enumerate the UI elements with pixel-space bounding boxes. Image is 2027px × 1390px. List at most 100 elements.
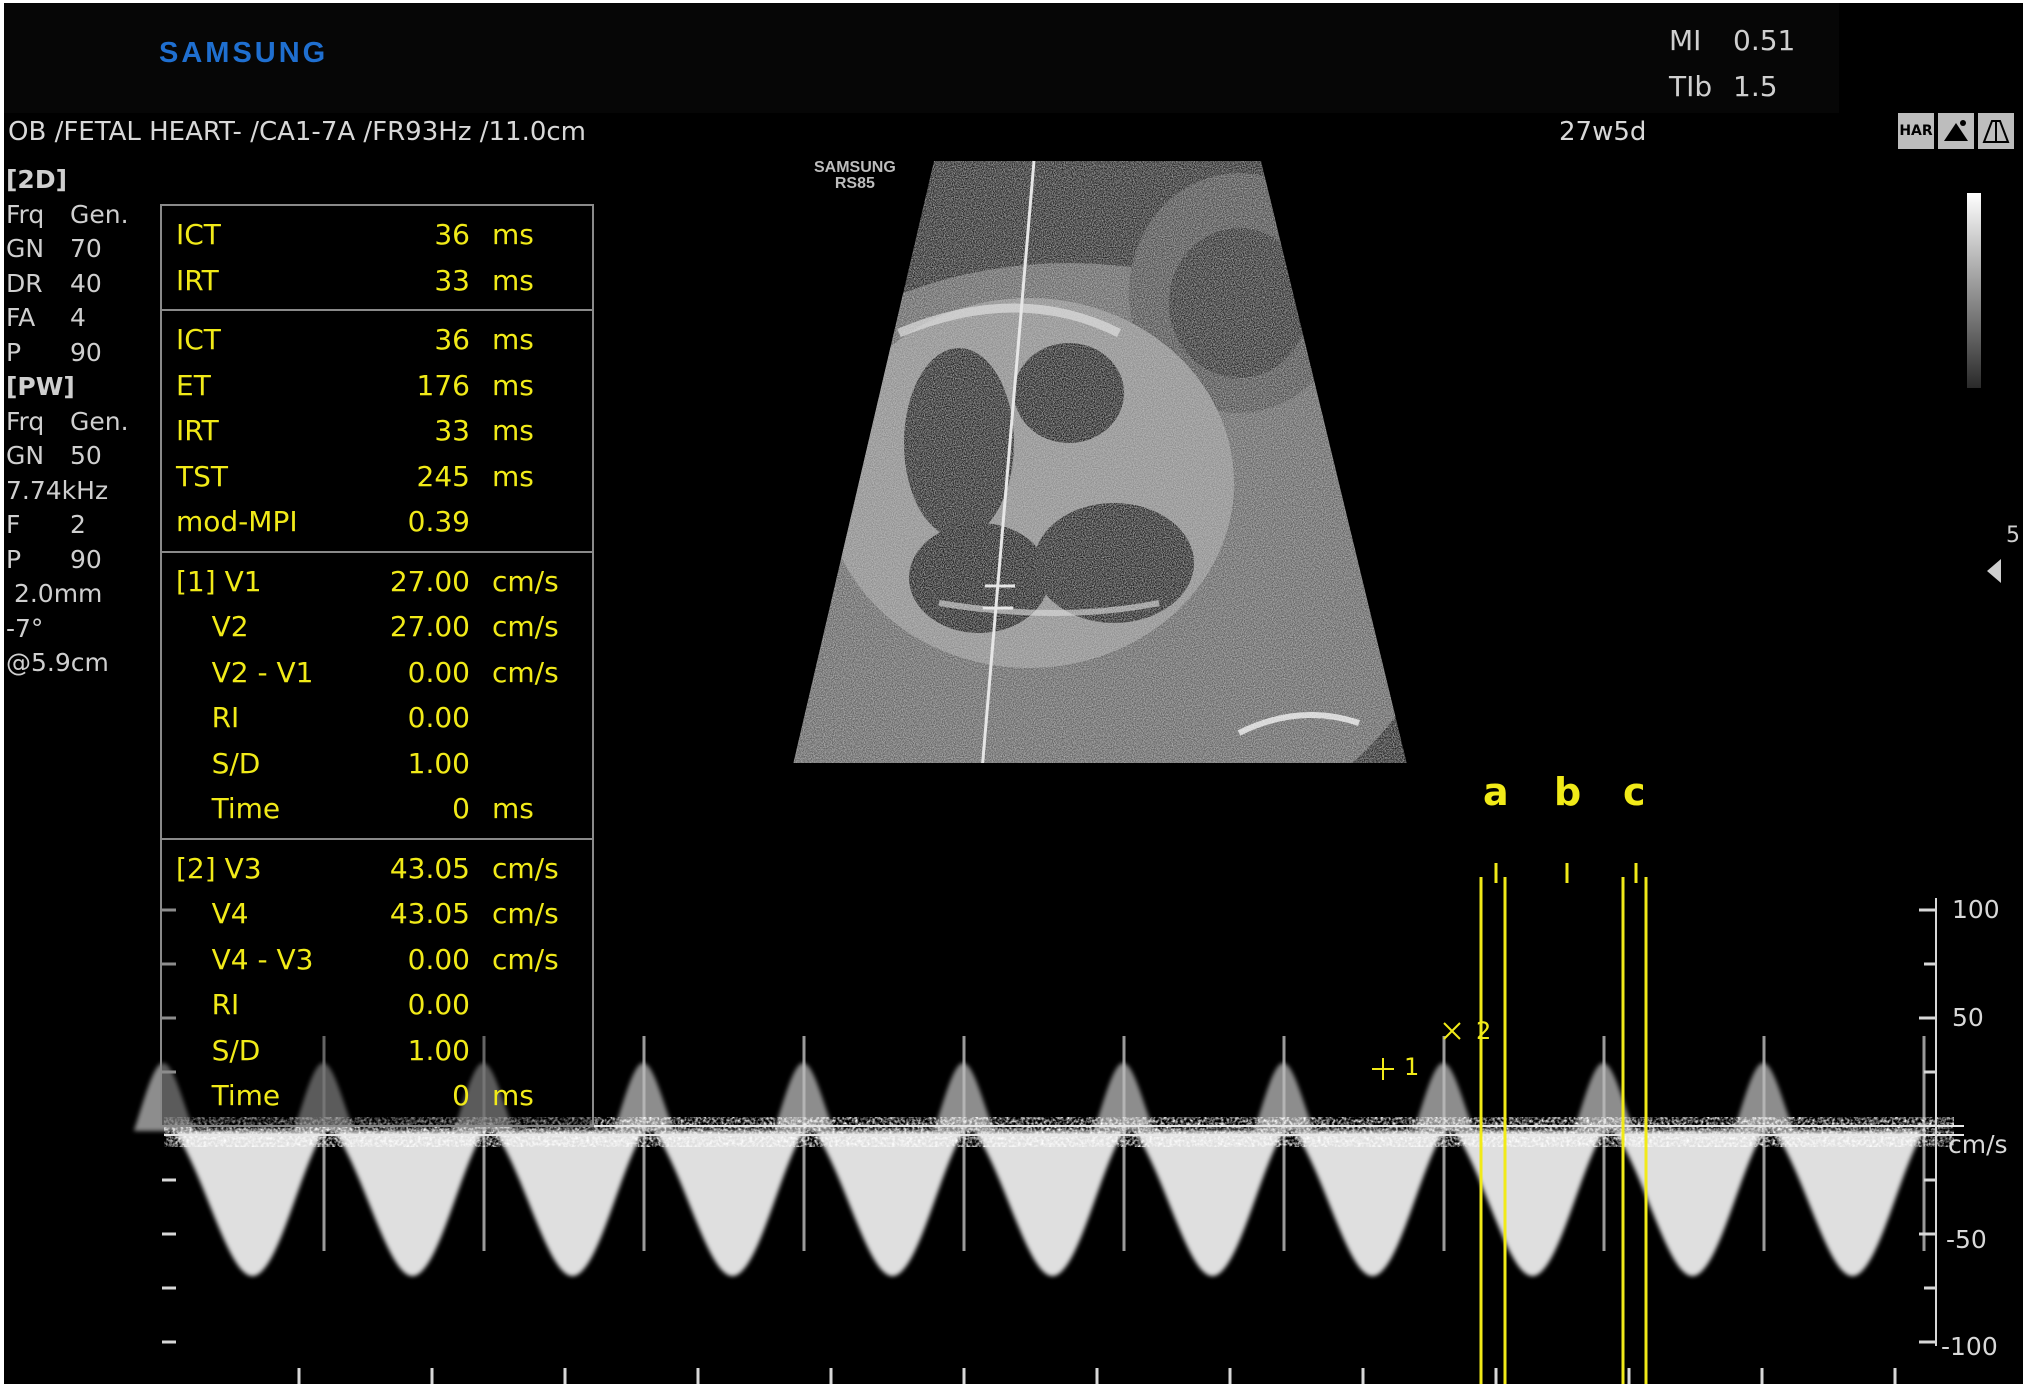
measurement-unit: ms (492, 792, 534, 826)
measurement-row: [2] V3 43.05 cm/s (162, 846, 592, 892)
cursor-marker-2: 2 (1476, 1017, 1492, 1045)
measurement-unit: ms (492, 1079, 534, 1113)
spectral-wave-negative (1134, 1131, 1284, 1277)
measurement-row: TST 245 ms (162, 454, 592, 500)
measurement-row: IRT 33 ms (162, 258, 592, 304)
exam-info-line: OB /FETAL HEART- /CA1-7A /FR93Hz /11.0cm (8, 117, 587, 147)
measurement-label: ET (176, 368, 211, 402)
param-row: 7.74kHz (6, 475, 109, 505)
b-mode-image (767, 160, 1434, 763)
measurement-value: 43.05 (389, 851, 470, 885)
param-row: GN 50 (6, 441, 102, 470)
measurement-value: 27.00 (389, 564, 470, 598)
measurement-row: mod-MPI 0.39 (162, 499, 592, 545)
params-2d-heading: [2D] (6, 165, 67, 194)
measurement-value: 1.00 (407, 1033, 470, 1067)
measurement-row: V2 - V1 0.00 cm/s (162, 650, 592, 696)
spectral-wave-negative (1294, 1131, 1444, 1277)
measurement-row: ICT 36 ms (162, 212, 592, 258)
scale-unit: cm/s (1948, 1130, 2008, 1159)
measurement-value: 0.00 (407, 701, 470, 735)
measurement-section: [2] V3 43.05 cm/s V4 43.05 cm/s V4 - V3 0.00 c… (162, 840, 592, 1125)
measurement-row: Time 0 ms (162, 786, 592, 832)
spectral-wave-negative (1774, 1131, 1924, 1277)
annotation-c: c (1623, 770, 1646, 814)
scale-label-100: 100 (1952, 895, 2000, 924)
focus-marker-icon (1987, 559, 2001, 583)
measurement-row: S/D 1.00 (162, 1028, 592, 1074)
measurement-unit: cm/s (492, 564, 559, 598)
measurement-value: 33 (434, 414, 470, 448)
measurement-label: IRT (176, 414, 219, 448)
ultrasound-screen: SAMSUNG MI 0.51 TIb 1.5 OB /FETAL HEART- /… (4, 3, 2023, 1384)
measurement-label: S/D (176, 746, 261, 780)
measurement-unit: cm/s (492, 610, 559, 644)
tib-label: TIb (1669, 70, 1713, 103)
acoustic-indices: MI 0.51 TIb 1.5 (1669, 18, 1795, 110)
measurement-unit: ms (492, 414, 534, 448)
measurement-unit: ms (492, 263, 534, 297)
sector-icon (1978, 113, 2014, 149)
measurement-label: V2 - V1 (176, 655, 314, 689)
measurement-unit: cm/s (492, 942, 559, 976)
measurement-label: Time (176, 792, 281, 826)
annotation-b: b (1554, 770, 1582, 814)
measurement-row: V4 - V3 0.00 cm/s (162, 937, 592, 983)
measurement-row: Time 0 ms (162, 1073, 592, 1119)
cursor-marker-1: 1 (1404, 1053, 1420, 1081)
scale-label-minus100: -100 (1941, 1332, 1998, 1361)
parameter-column: [2D] Frq Gen. GN 70 DR 40 FA 4 P 90 [PW] Frq G… (6, 163, 129, 681)
grayscale-bar (1967, 193, 1981, 388)
spectral-wave-negative (494, 1131, 644, 1277)
brand-logo: SAMSUNG (159, 37, 329, 69)
measurement-row: V4 43.05 cm/s (162, 891, 592, 937)
measurement-unit: ms (492, 368, 534, 402)
scale-label-minus50: -50 (1946, 1225, 1987, 1254)
measurement-label: RI (176, 701, 240, 735)
measurement-value: 0.39 (407, 505, 470, 539)
measurement-row: ICT 36 ms (162, 317, 592, 363)
measurement-value: 43.05 (389, 897, 470, 931)
param-row: @5.9cm (6, 648, 109, 677)
measurement-value: 0.00 (407, 988, 470, 1022)
measurement-label: [2] V3 (176, 851, 262, 885)
measurement-row: ET 176 ms (162, 363, 592, 409)
depth-marker: 5 (2006, 523, 2020, 548)
measurement-unit: ms (492, 459, 534, 493)
mi-value: 0.51 (1733, 24, 1796, 57)
measurement-label: S/D (176, 1033, 261, 1067)
mi-label: MI (1669, 24, 1702, 57)
measurement-section: ICT 36 ms ET 176 ms IRT 33 ms TST 245 ms mod-MPI 0.39 (162, 311, 592, 553)
measurement-row: S/D 1.00 (162, 741, 592, 787)
measurement-unit: cm/s (492, 897, 559, 931)
measurement-label: RI (176, 988, 240, 1022)
measurement-row: IRT 33 ms (162, 408, 592, 454)
spectral-wave-negative (334, 1131, 484, 1277)
measurement-label: ICT (176, 323, 221, 357)
param-row: GN 70 (6, 234, 102, 263)
measurement-value: 0.00 (407, 655, 470, 689)
measurement-value: 0.00 (407, 942, 470, 976)
measurement-value: 36 (434, 323, 470, 357)
param-row: P 90 (6, 337, 102, 367)
annotation-a: a (1483, 770, 1509, 814)
param-row: P 90 (6, 544, 102, 574)
measurement-label: mod-MPI (176, 505, 298, 539)
spectral-wave-negative (814, 1131, 964, 1277)
scale-label-50: 50 (1952, 1003, 1984, 1032)
measurement-unit: ms (492, 218, 534, 252)
measurement-unit: cm/s (492, 655, 559, 689)
spectral-wave-negative (974, 1131, 1124, 1277)
measurement-section: ICT 36 ms IRT 33 ms (162, 206, 592, 311)
param-row: FA 4 (6, 303, 86, 332)
measurement-value: 36 (434, 218, 470, 252)
spectral-wave-negative (174, 1131, 324, 1277)
param-row: Frq Gen. (6, 199, 129, 229)
spectral-wave-negative (654, 1131, 804, 1277)
param-row: -7° (6, 613, 44, 643)
measurement-row: RI 0.00 (162, 695, 592, 741)
measurement-label: V4 - V3 (176, 942, 314, 976)
spectral-wave-negative (1614, 1131, 1764, 1277)
param-row: F2 (6, 510, 86, 539)
measurement-value: 245 (416, 459, 470, 493)
